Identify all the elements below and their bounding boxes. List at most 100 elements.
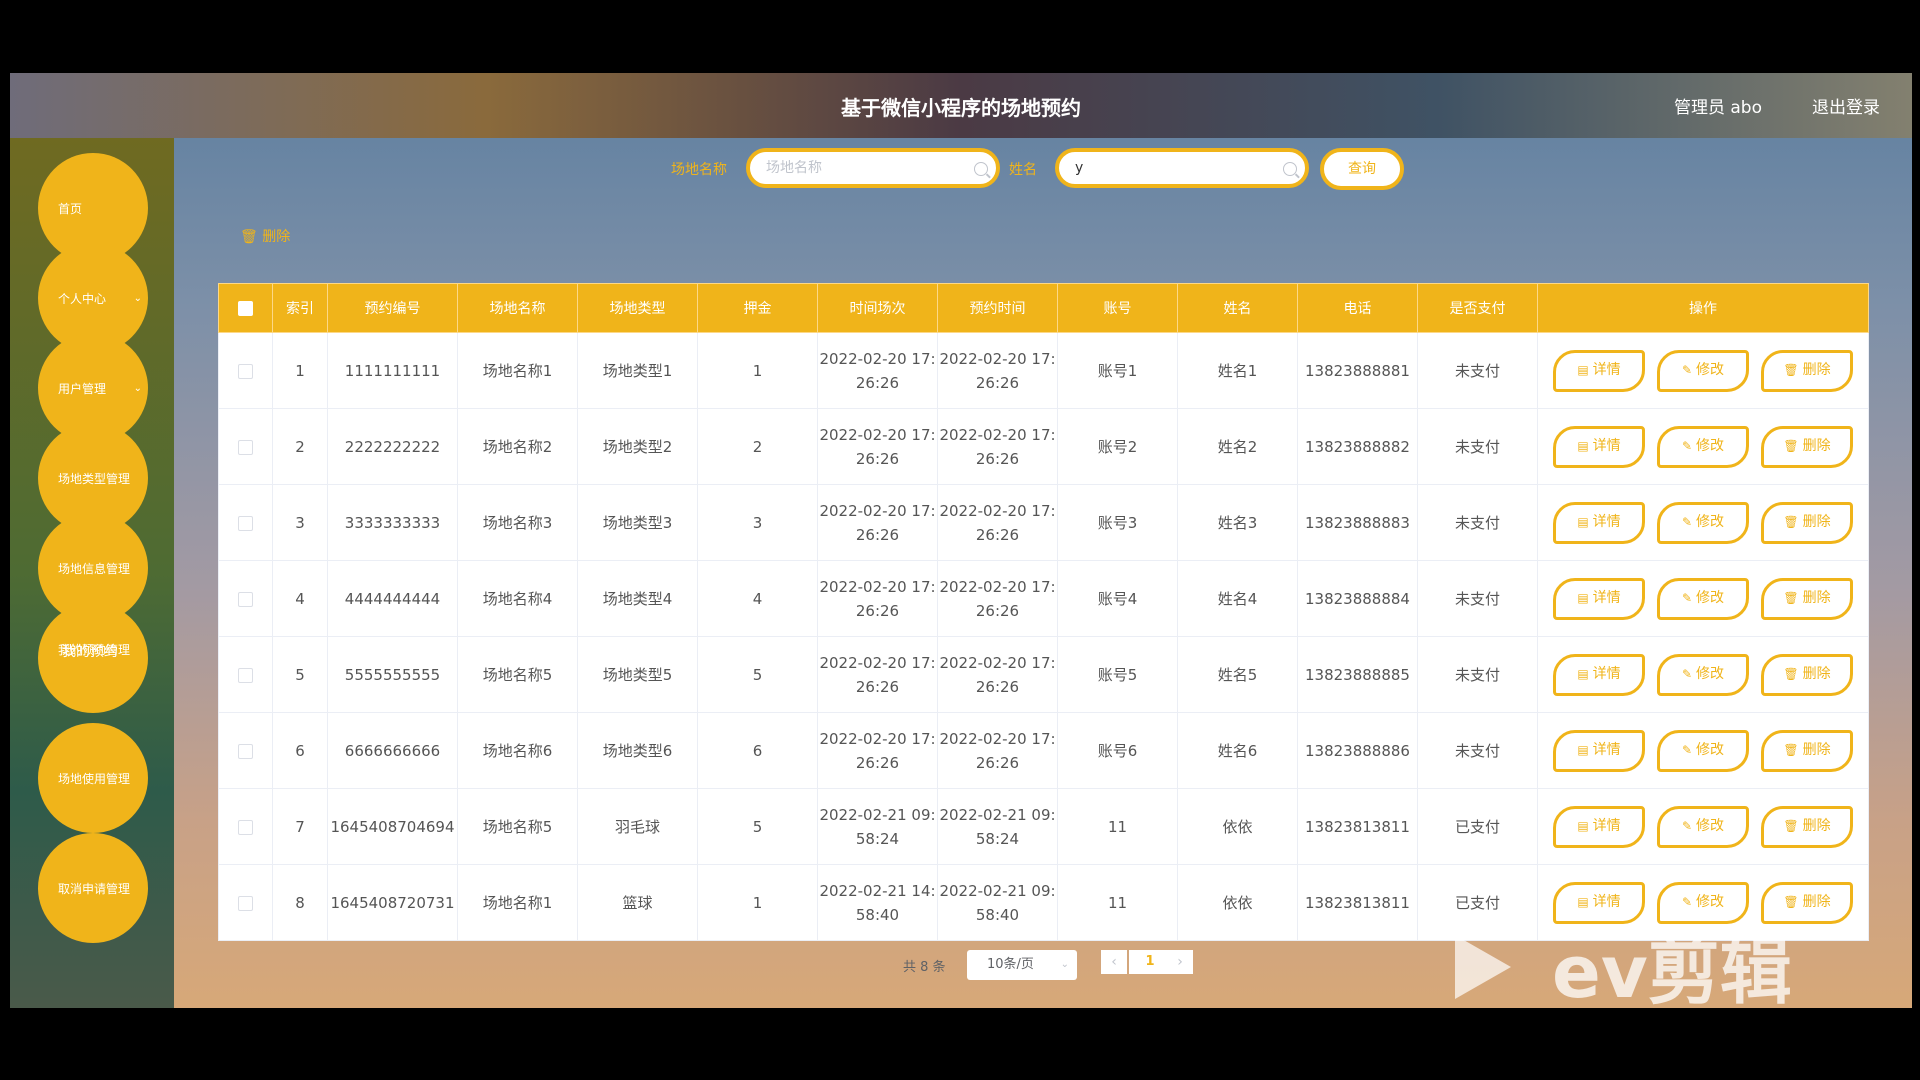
delete-button[interactable]: 🗑 删除	[1761, 653, 1853, 696]
cell-booked: 2022-02-20 17:26:26	[937, 560, 1058, 637]
sidebar-item-label: 场地类型管理	[58, 471, 131, 486]
name-search-box	[1055, 148, 1309, 188]
page-size-select[interactable]: 10条/页 ⌄	[967, 950, 1077, 980]
action-label: 删除	[1802, 818, 1831, 835]
query-button[interactable]: 查询	[1320, 148, 1404, 190]
bulk-delete-button[interactable]: 🗑 删除	[240, 226, 290, 246]
search-icon	[974, 162, 988, 176]
edit-icon: ✎	[1681, 818, 1693, 833]
action-label: 删除	[1802, 362, 1831, 379]
edit-icon: ✎	[1681, 590, 1693, 605]
row-checkbox-cell	[218, 332, 273, 409]
sidebar-item-cancel-request-management[interactable]: 取消申请管理	[38, 833, 148, 943]
edit-icon: ✎	[1681, 666, 1693, 681]
cell-name: 依依	[1177, 864, 1298, 941]
cell-session: 2022-02-20 17:26:26	[817, 560, 938, 637]
sidebar-subitem-my-booking[interactable]: 我的预约	[62, 641, 118, 661]
edit-button[interactable]: ✎ 修改	[1657, 349, 1749, 392]
action-label: 详情	[1592, 514, 1621, 531]
select-all-checkbox-cell[interactable]	[218, 283, 273, 333]
name-input[interactable]	[1075, 160, 1265, 176]
edit-button[interactable]: ✎ 修改	[1657, 425, 1749, 468]
row-checkbox[interactable]	[238, 743, 253, 759]
detail-button[interactable]: ▤ 详情	[1553, 577, 1645, 620]
row-checkbox[interactable]	[238, 515, 253, 531]
cell-code: 4444444444	[327, 560, 458, 637]
detail-button[interactable]: ▤ 详情	[1553, 653, 1645, 696]
column-header: 时间场次	[817, 283, 938, 333]
document-icon: ▤	[1577, 362, 1589, 377]
venue-name-search-box	[746, 148, 1000, 188]
action-label: 删除	[1802, 590, 1831, 607]
detail-button[interactable]: ▤ 详情	[1553, 501, 1645, 544]
trash-icon: 🗑	[1783, 666, 1799, 681]
row-actions: ▤ 详情 ✎ 修改 🗑 删除	[1537, 484, 1869, 561]
cell-account: 账号3	[1057, 484, 1178, 561]
document-icon: ▤	[1577, 666, 1589, 681]
cell-paid: 已支付	[1417, 788, 1538, 865]
app-window: 基于微信小程序的场地预约 管理员 abo 退出登录 首页 个人中心 ⌄ 用户管理…	[10, 73, 1912, 1008]
action-label: 修改	[1696, 742, 1725, 759]
action-label: 详情	[1592, 666, 1621, 683]
cell-booked: 2022-02-20 17:26:26	[937, 332, 1058, 409]
edit-icon: ✎	[1681, 438, 1693, 453]
row-checkbox[interactable]	[238, 363, 253, 379]
cell-venue: 场地名称5	[457, 788, 578, 865]
row-checkbox[interactable]	[238, 895, 253, 911]
sidebar-item-venue-usage-management[interactable]: 场地使用管理	[38, 723, 148, 833]
cell-phone: 13823888882	[1297, 408, 1418, 485]
delete-button[interactable]: 🗑 删除	[1761, 425, 1853, 468]
chevron-down-icon: ⌄	[133, 383, 142, 394]
detail-button[interactable]: ▤ 详情	[1553, 349, 1645, 392]
cell-deposit: 1	[697, 332, 818, 409]
delete-button[interactable]: 🗑 删除	[1761, 729, 1853, 772]
delete-button[interactable]: 🗑 删除	[1761, 349, 1853, 392]
cell-account: 11	[1057, 864, 1178, 941]
cell-deposit: 4	[697, 560, 818, 637]
cell-index: 1	[272, 332, 328, 409]
app-title: 基于微信小程序的场地预约	[841, 96, 1081, 120]
row-checkbox[interactable]	[238, 667, 253, 683]
cell-code: 2222222222	[327, 408, 458, 485]
edit-button[interactable]: ✎ 修改	[1657, 805, 1749, 848]
sidebar: 首页 个人中心 ⌄ 用户管理 ⌄ 场地类型管理 场地信息管理 我的预约管理 我的…	[10, 138, 174, 1008]
edit-button[interactable]: ✎ 修改	[1657, 653, 1749, 696]
edit-button[interactable]: ✎ 修改	[1657, 501, 1749, 544]
cell-code: 3333333333	[327, 484, 458, 561]
cell-venue: 场地名称4	[457, 560, 578, 637]
sidebar-item-label: 个人中心	[58, 291, 107, 306]
logout-link[interactable]: 退出登录	[1812, 93, 1880, 118]
action-label: 删除	[1802, 514, 1831, 531]
edit-button[interactable]: ✎ 修改	[1657, 577, 1749, 620]
row-checkbox[interactable]	[238, 591, 253, 607]
next-page-button[interactable]: ›	[1167, 950, 1193, 974]
venue-name-input[interactable]	[766, 160, 956, 176]
pagination-total: 共 8 条	[903, 960, 946, 975]
delete-button[interactable]: 🗑 删除	[1761, 577, 1853, 620]
action-label: 详情	[1592, 818, 1621, 835]
current-user: 管理员 abo	[1673, 98, 1762, 118]
detail-button[interactable]: ▤ 详情	[1553, 729, 1645, 772]
cell-code: 6666666666	[327, 712, 458, 789]
edit-button[interactable]: ✎ 修改	[1657, 729, 1749, 772]
cell-booked: 2022-02-20 17:26:26	[937, 408, 1058, 485]
row-checkbox[interactable]	[238, 439, 253, 455]
column-header: 是否支付	[1417, 283, 1538, 333]
row-actions: ▤ 详情 ✎ 修改 🗑 删除	[1537, 408, 1869, 485]
row-checkbox-cell	[218, 864, 273, 941]
action-label: 删除	[1802, 666, 1831, 683]
page-number-current[interactable]: 1	[1129, 950, 1171, 974]
prev-page-button[interactable]: ‹	[1101, 950, 1127, 974]
column-header: 姓名	[1177, 283, 1298, 333]
cell-type: 场地类型5	[577, 636, 698, 713]
cell-session: 2022-02-20 17:26:26	[817, 408, 938, 485]
cell-index: 3	[272, 484, 328, 561]
select-all-checkbox[interactable]	[238, 300, 253, 316]
detail-button[interactable]: ▤ 详情	[1553, 425, 1645, 468]
table-row: 1 1111111111 场地名称1 场地类型1 1 2022-02-20 17:26:2…	[218, 332, 1869, 409]
delete-button[interactable]: 🗑 删除	[1761, 501, 1853, 544]
cell-code: 1645408704694	[327, 788, 458, 865]
row-checkbox[interactable]	[238, 819, 253, 835]
delete-button[interactable]: 🗑 删除	[1761, 805, 1853, 848]
detail-button[interactable]: ▤ 详情	[1553, 805, 1645, 848]
